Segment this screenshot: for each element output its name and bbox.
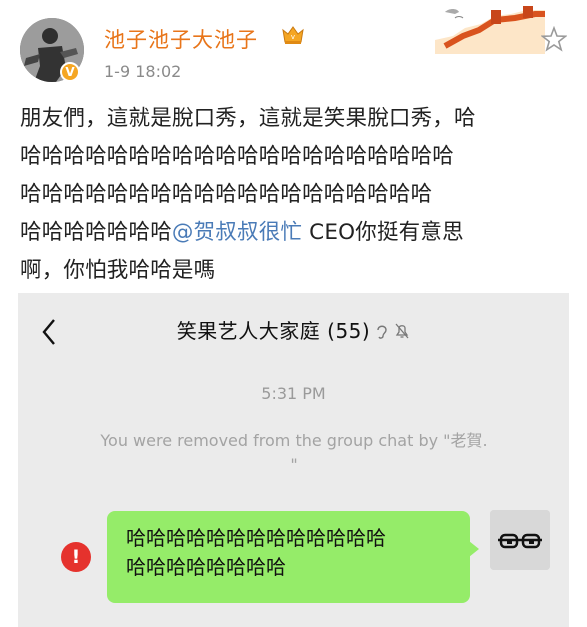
message-bubble[interactable]: 哈哈哈哈哈哈哈哈哈哈哈哈哈 哈哈哈哈哈哈哈哈: [107, 511, 479, 603]
username[interactable]: 池子池子大池子: [104, 24, 258, 54]
great-wall-icon: [435, 6, 545, 54]
post-text-line: 朋友們，這就是脫口秀，這就是笑果脫口秀，哈: [20, 106, 476, 131]
message-line: 哈哈哈哈哈哈哈哈: [126, 555, 286, 579]
post-text-line: 啊，你怕我哈哈是嗎: [20, 258, 216, 283]
post-text-segment: CEO你挺有意思: [302, 220, 464, 245]
post-text-line-with-mention: 哈哈哈哈哈哈哈@贺叔叔很忙 CEO你挺有意思: [20, 214, 575, 252]
chat-time: 5:31 PM: [261, 384, 326, 403]
sender-avatar[interactable]: [490, 510, 550, 570]
post-text-segment: 哈哈哈哈哈哈哈: [20, 220, 172, 245]
post-header: V 池子池子大池子 v 1-9 18:02: [0, 0, 587, 95]
chat-screenshot[interactable]: 笑果艺人大家庭 (55) 5:31 PM You were removed fr…: [18, 293, 569, 627]
system-notice: You were removed from the group chat by …: [100, 431, 488, 474]
post-text-line: 哈哈哈哈哈哈哈哈哈哈哈哈哈哈哈哈哈哈哈: [20, 182, 433, 207]
vip-crown-icon: v: [281, 24, 305, 46]
verified-icon: V: [60, 62, 80, 82]
mute-bell-icon: [394, 321, 410, 339]
post-text: 朋友們，這就是脫口秀，這就是笑果脫口秀，哈 哈哈哈哈哈哈哈哈哈哈哈哈哈哈哈哈哈哈…: [20, 100, 575, 290]
post-timestamp: 1-9 18:02: [104, 62, 182, 81]
chat-title-bar: 笑果艺人大家庭 (55): [18, 315, 569, 344]
follow-star-icon[interactable]: [540, 25, 568, 52]
ear-icon: [374, 321, 390, 339]
chat-title: 笑果艺人大家庭 (55): [176, 319, 371, 343]
message-line: 哈哈哈哈哈哈哈哈哈哈哈哈哈: [126, 526, 386, 550]
svg-text:v: v: [291, 33, 295, 41]
mention-link[interactable]: @贺叔叔很忙: [172, 220, 302, 245]
error-icon[interactable]: !: [61, 542, 91, 572]
post-text-line: 哈哈哈哈哈哈哈哈哈哈哈哈哈哈哈哈哈哈哈哈: [20, 144, 455, 169]
